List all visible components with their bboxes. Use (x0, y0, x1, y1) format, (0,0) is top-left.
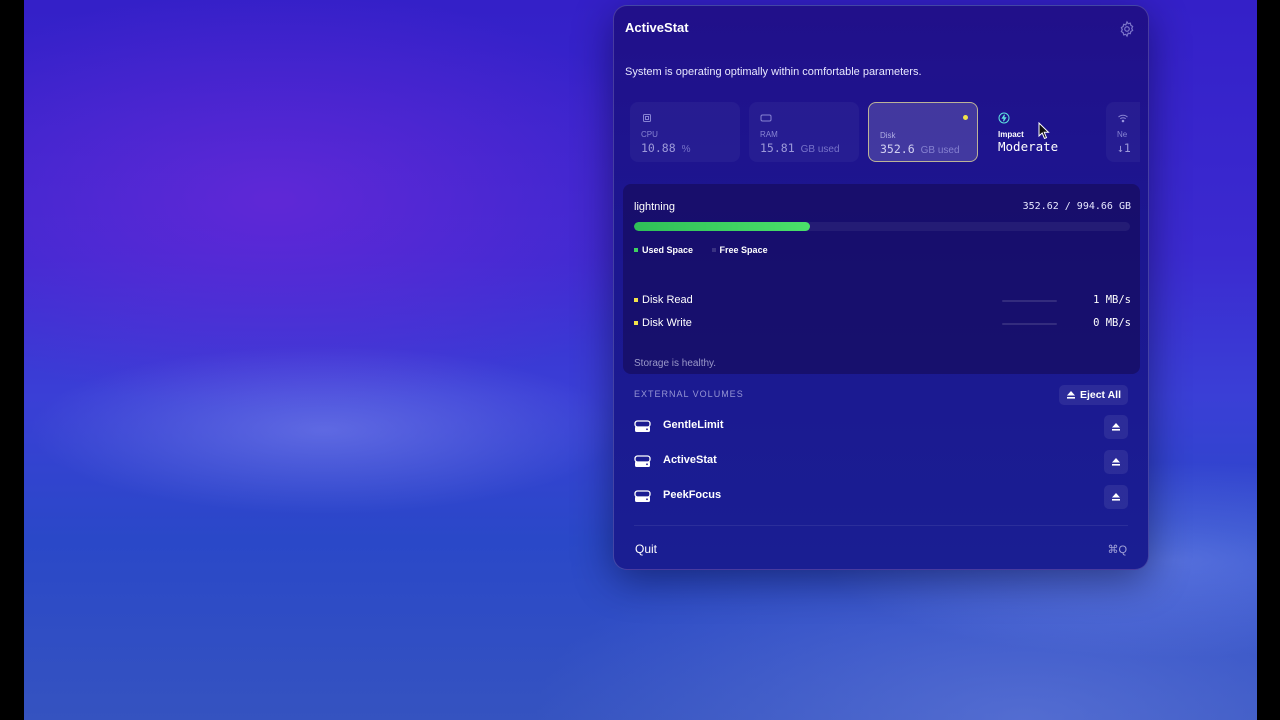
free-swatch (711, 248, 716, 252)
legend-used: Used Space (634, 245, 693, 255)
footer-divider (634, 525, 1128, 526)
gear-icon[interactable] (1118, 20, 1136, 38)
network-value: ↓1 (1117, 141, 1131, 155)
eject-icon (1066, 391, 1075, 399)
ram-value: 15.81 (760, 141, 795, 155)
volume-row[interactable]: PeekFocus (634, 485, 1128, 509)
read-dot (634, 298, 638, 303)
eject-icon (1112, 423, 1120, 431)
used-swatch (634, 248, 638, 252)
app-title: ActiveStat (625, 20, 689, 35)
external-drive-icon (634, 455, 651, 467)
cpu-card[interactable]: CPU 10.88% (630, 102, 740, 162)
volume-row[interactable]: GentleLimit (634, 415, 1128, 439)
memory-icon (760, 114, 772, 122)
disk-usage-fill (634, 222, 810, 231)
volume-usage: 352.62 / 994.66 GB (1022, 201, 1131, 212)
disk-read-rate: 1 MB/s (1093, 294, 1131, 306)
disk-read-label: Disk Read (642, 294, 693, 306)
disk-unit: GB used (920, 145, 960, 156)
ram-value-row: 15.81 GB used (760, 141, 840, 155)
cpu-icon (643, 114, 651, 122)
storage-health-text: Storage is healthy. (634, 358, 717, 369)
eject-volume-button[interactable] (1104, 415, 1128, 439)
wifi-icon (1118, 114, 1128, 123)
disk-usage-bar (634, 222, 1130, 231)
read-sparkline (1002, 300, 1057, 302)
ram-card[interactable]: RAM 15.81 GB used (749, 102, 859, 162)
impact-label: Impact (998, 130, 1024, 139)
write-dot (634, 321, 638, 326)
network-card[interactable]: Ne ↓1 (1106, 102, 1140, 162)
cpu-label: CPU (641, 130, 658, 139)
disk-read-row: Disk Read 1 MB/s (634, 294, 1131, 308)
activestat-menu-panel: ActiveStat System is operating optimally… (613, 5, 1149, 570)
quit-button[interactable]: Quit (635, 542, 657, 556)
disk-label: Disk (880, 131, 896, 140)
volume-row[interactable]: ActiveStat (634, 450, 1128, 474)
metric-cards: CPU 10.88% RAM 15.81 GB used Disk 352.6 GB… (630, 102, 1140, 164)
external-drive-icon (634, 490, 651, 502)
cpu-value-row: 10.88% (641, 141, 691, 155)
eject-all-label: Eject All (1079, 389, 1121, 401)
volume-name-1: GentleLimit (663, 419, 724, 431)
ram-unit: GB used (800, 144, 840, 155)
disk-detail-section: lightning 352.62 / 994.66 GB Used Space … (623, 184, 1140, 374)
disk-card[interactable]: Disk 352.6 GB used (868, 102, 978, 162)
eject-volume-button[interactable] (1104, 485, 1128, 509)
cpu-value: 10.88 (641, 141, 676, 155)
disk-write-rate: 0 MB/s (1093, 317, 1131, 329)
panel-header: ActiveStat (625, 20, 1136, 40)
status-message: System is operating optimally within com… (625, 66, 922, 78)
external-volumes-header: EXTERNAL VOLUMES (634, 389, 744, 399)
ram-label: RAM (760, 130, 778, 139)
disk-write-row: Disk Write 0 MB/s (634, 317, 1131, 331)
quit-shortcut: ⌘Q (1107, 544, 1127, 556)
cpu-unit: % (681, 144, 691, 155)
disk-value-row: 352.6 GB used (880, 142, 960, 156)
bolt-icon (998, 112, 1010, 124)
volume-name: lightning (634, 201, 675, 213)
disk-write-label: Disk Write (642, 317, 692, 329)
mouse-cursor-icon (1038, 122, 1050, 140)
volume-name-2: ActiveStat (663, 454, 717, 466)
eject-icon (1112, 493, 1120, 501)
disk-legend: Used Space Free Space (634, 244, 784, 255)
external-drive-icon (634, 420, 651, 432)
volume-name-3: PeekFocus (663, 489, 722, 501)
eject-volume-button[interactable] (1104, 450, 1128, 474)
legend-used-label: Used Space (642, 245, 694, 255)
legend-free-label: Free Space (719, 245, 768, 255)
legend-free: Free Space (711, 245, 768, 255)
write-sparkline (1002, 323, 1057, 325)
impact-value: Moderate (998, 139, 1059, 154)
active-dot (963, 115, 968, 120)
eject-icon (1112, 458, 1120, 466)
eject-all-button[interactable]: Eject All (1058, 385, 1128, 405)
disk-value: 352.6 (880, 142, 915, 156)
network-label: Ne (1117, 130, 1128, 139)
